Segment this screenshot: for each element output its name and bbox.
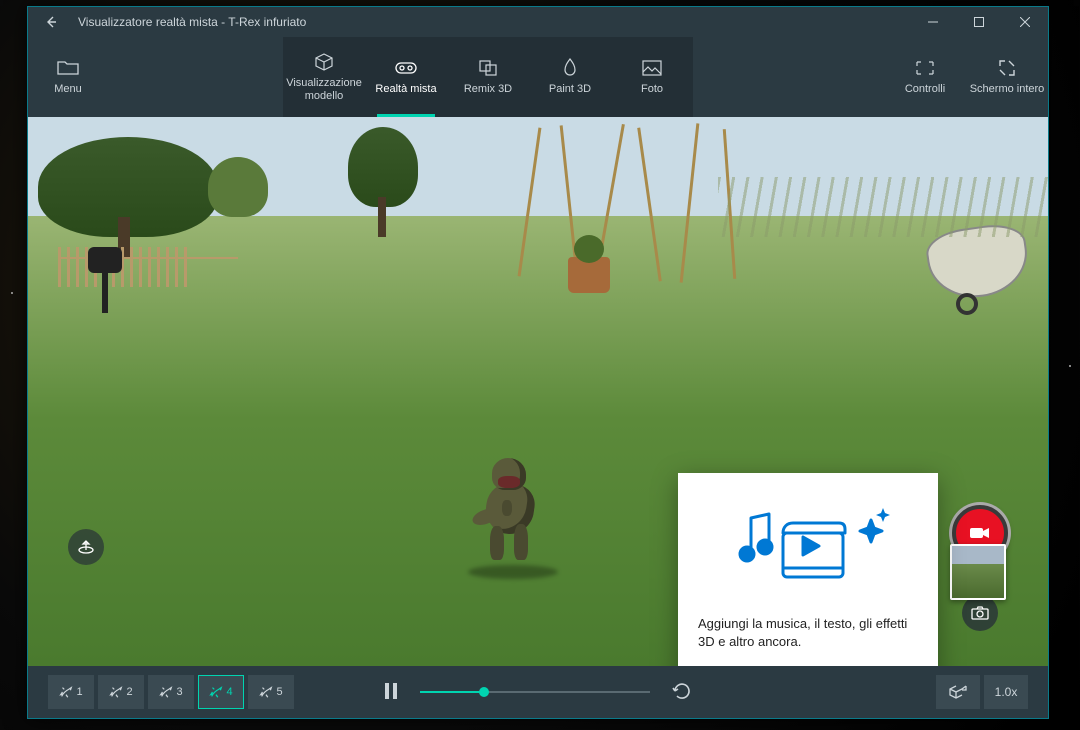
close-button[interactable] <box>1002 7 1048 37</box>
film-reel-icon <box>783 523 845 577</box>
animation-button-3[interactable]: 3 <box>148 675 194 709</box>
animation-number: 3 <box>176 686 182 698</box>
fullscreen-icon <box>996 57 1018 79</box>
window-title: Visualizzatore realtà mista - T-Rex infu… <box>74 15 306 29</box>
back-button[interactable] <box>28 7 74 37</box>
animation-number: 4 <box>226 686 232 698</box>
animation-list: 1 2 3 4 5 <box>48 675 294 709</box>
tab-paint-3d[interactable]: Paint 3D <box>529 37 611 117</box>
placement-mode-button[interactable] <box>68 529 104 565</box>
menu-button[interactable]: Menu <box>28 37 108 117</box>
tab-remix-3d[interactable]: Remix 3D <box>447 37 529 117</box>
popup-illustration <box>698 493 918 603</box>
controls-button[interactable]: Controlli <box>884 37 966 117</box>
titlebar: Visualizzatore realtà mista - T-Rex infu… <box>28 7 1048 37</box>
ar-viewport[interactable]: Aggiungi la musica, il testo, gli effett… <box>28 117 1048 666</box>
animation-button-4[interactable]: 4 <box>198 675 244 709</box>
animation-number: 5 <box>276 686 282 698</box>
playback-group <box>378 676 698 709</box>
mixed-reality-icon <box>395 57 417 79</box>
bottom-bar: 1 2 3 4 5 1.0x <box>28 666 1048 718</box>
menu-label: Menu <box>54 83 82 96</box>
sparkle-icon <box>860 508 890 542</box>
toolbar: Menu Visualizzazione modello Realtà mist… <box>28 37 1048 117</box>
animation-icon <box>109 685 123 699</box>
animation-button-1[interactable]: 1 <box>48 675 94 709</box>
folder-icon <box>57 57 79 79</box>
paint-3d-icon <box>559 57 581 79</box>
play-pause-button[interactable] <box>378 677 404 708</box>
camera-icon <box>971 606 989 620</box>
video-camera-icon <box>969 525 991 541</box>
cube-icon <box>313 51 335 73</box>
remix-3d-icon <box>477 57 499 79</box>
controls-label: Controlli <box>905 83 945 96</box>
speed-button[interactable]: 1.0x <box>984 675 1028 709</box>
last-capture-thumbnail[interactable] <box>950 544 1006 600</box>
toolbar-tab-group: Visualizzazione modello Realtà mista Rem… <box>283 37 693 117</box>
maximize-icon <box>974 17 984 27</box>
app-window: Visualizzatore realtà mista - T-Rex infu… <box>27 6 1049 719</box>
animation-icon <box>259 685 273 699</box>
scale-icon <box>948 684 968 700</box>
animation-icon <box>159 685 173 699</box>
close-icon <box>1020 17 1030 27</box>
fullscreen-label: Schermo intero <box>970 83 1045 96</box>
pause-icon <box>384 683 398 699</box>
tab-paint-3d-label: Paint 3D <box>549 83 591 96</box>
timeline-slider[interactable] <box>420 691 650 693</box>
animation-number: 1 <box>76 686 82 698</box>
scale-reset-button[interactable] <box>936 675 980 709</box>
music-note-icon <box>740 514 772 561</box>
take-photo-button[interactable] <box>962 595 998 631</box>
tab-mixed-reality[interactable]: Realtà mista <box>365 37 447 117</box>
animation-icon <box>59 685 73 699</box>
loop-button[interactable] <box>666 676 698 709</box>
tab-mixed-reality-label: Realtà mista <box>375 83 436 96</box>
speed-label: 1.0x <box>995 685 1018 699</box>
loop-icon <box>672 682 692 700</box>
3d-model-trex[interactable] <box>468 452 558 572</box>
photos-icon <box>641 57 663 79</box>
tab-photos-label: Foto <box>641 83 663 96</box>
tab-photos[interactable]: Foto <box>611 37 693 117</box>
popup-message: Aggiungi la musica, il testo, gli effett… <box>698 615 918 651</box>
tab-remix-3d-label: Remix 3D <box>464 83 512 96</box>
maximize-button[interactable] <box>956 7 1002 37</box>
animation-icon <box>209 685 223 699</box>
minimize-button[interactable] <box>910 7 956 37</box>
animation-button-5[interactable]: 5 <box>248 675 294 709</box>
info-popup: Aggiungi la musica, il testo, gli effett… <box>678 473 938 666</box>
tab-view-model[interactable]: Visualizzazione modello <box>283 37 365 117</box>
timeline-fill <box>420 691 484 693</box>
placement-icon <box>77 538 95 556</box>
minimize-icon <box>928 17 938 27</box>
timeline-thumb[interactable] <box>479 687 489 697</box>
fullscreen-button[interactable]: Schermo intero <box>966 37 1048 117</box>
animation-number: 2 <box>126 686 132 698</box>
controls-icon <box>914 57 936 79</box>
arrow-left-icon <box>43 14 59 30</box>
animation-button-2[interactable]: 2 <box>98 675 144 709</box>
tab-view-model-label: Visualizzazione modello <box>285 77 363 103</box>
